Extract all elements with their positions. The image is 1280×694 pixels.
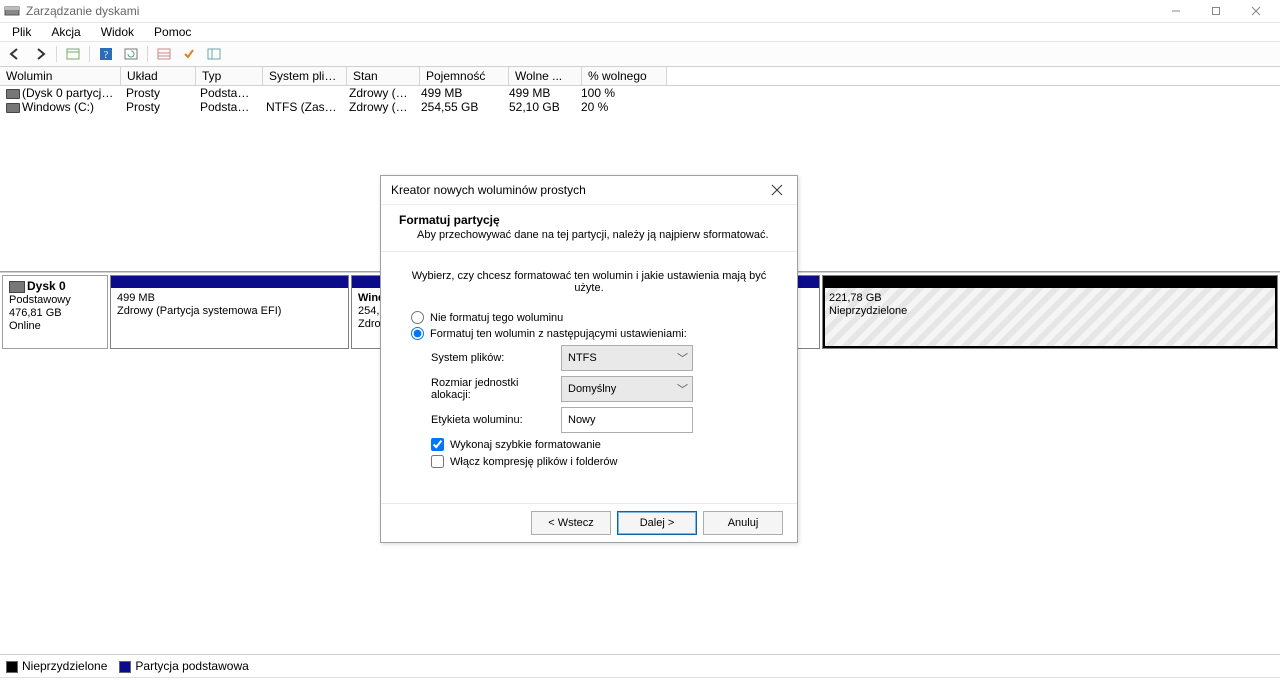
col-capacity[interactable]: Pojemność	[420, 67, 509, 85]
volume-layout: Prosty	[120, 86, 194, 100]
dialog-heading: Formatuj partycję	[399, 213, 779, 227]
next-button[interactable]: Dalej >	[617, 511, 697, 535]
disk-kind: Podstawowy	[9, 294, 71, 306]
allocation-label: Rozmiar jednostki alokacji:	[431, 377, 561, 401]
volume-type: Podstaw...	[194, 86, 260, 100]
volume-header: Wolumin Układ Typ System plik... Stan Po…	[0, 67, 1280, 86]
chevron-down-icon: ﹀	[677, 381, 688, 397]
volume-label-input[interactable]: Nowy	[561, 407, 693, 433]
volume-percent: 100 %	[575, 86, 659, 100]
partition-size: 499 MB	[117, 292, 342, 305]
volume-fs: NTFS (Zaszy...	[260, 100, 343, 114]
col-type[interactable]: Typ	[196, 67, 263, 85]
disk-icon	[9, 281, 25, 293]
menu-file[interactable]: Plik	[4, 24, 39, 40]
wizard-dialog: Kreator nowych woluminów prostych Format…	[380, 175, 798, 543]
checkbox-compression[interactable]	[431, 455, 444, 468]
volume-capacity: 499 MB	[415, 86, 503, 100]
col-filesystem[interactable]: System plik...	[263, 67, 347, 85]
volume-capacity: 254,55 GB	[415, 100, 503, 114]
col-layout[interactable]: Układ	[121, 67, 196, 85]
back-button[interactable]: < Wstecz	[531, 511, 611, 535]
window-title: Zarządzanie dyskami	[26, 4, 1156, 18]
dialog-close-button[interactable]	[767, 180, 787, 200]
dialog-title: Kreator nowych woluminów prostych	[391, 183, 767, 197]
partition-status: Zdrowy (Partycja systemowa EFI)	[117, 305, 342, 318]
allocation-select[interactable]: Domyślny ﹀	[561, 376, 693, 402]
volume-layout: Prosty	[120, 100, 194, 114]
volume-type: Podstaw...	[194, 100, 260, 114]
titlebar: Zarządzanie dyskami	[0, 0, 1280, 23]
disk-state: Online	[9, 320, 41, 332]
help-icon[interactable]: ?	[95, 44, 117, 64]
filesystem-select[interactable]: NTFS ﹀	[561, 345, 693, 371]
radio-noformat-label: Nie formatuj tego woluminu	[430, 312, 563, 324]
volume-percent: 20 %	[575, 100, 659, 114]
legend-unalloc: Nieprzydzielone	[22, 659, 107, 673]
show-hide-icon[interactable]	[62, 44, 84, 64]
toolbar: ?	[0, 42, 1280, 67]
statusbar	[0, 677, 1280, 694]
refresh-icon[interactable]	[120, 44, 142, 64]
legend-swatch-unalloc	[6, 661, 18, 673]
volume-icon	[6, 103, 20, 113]
partition-status: Nieprzydzielone	[829, 305, 1271, 318]
maximize-button[interactable]	[1196, 0, 1236, 22]
partition-size: 221,78 GB	[829, 292, 1271, 305]
volume-status: Zdrowy (R...	[343, 100, 415, 114]
volume-name: Windows (C:)	[22, 100, 94, 114]
chevron-down-icon: ﹀	[677, 350, 688, 366]
radio-format[interactable]	[411, 327, 424, 340]
dialog-intro: Wybierz, czy chcesz formatować ten wolum…	[407, 264, 771, 308]
col-volume[interactable]: Wolumin	[0, 67, 121, 85]
list-icon[interactable]	[153, 44, 175, 64]
checkbox-compression-label: Włącz kompresję plików i folderów	[450, 456, 618, 468]
menubar: Plik Akcja Widok Pomoc	[0, 23, 1280, 42]
checkbox-quick-format[interactable]	[431, 438, 444, 451]
volume-free: 52,10 GB	[503, 100, 575, 114]
dialog-subheading: Aby przechowywać dane na tej partycji, n…	[399, 229, 779, 241]
checkbox-quick-label: Wykonaj szybkie formatowanie	[450, 439, 601, 451]
partition-unallocated[interactable]: 221,78 GB Nieprzydzielone	[822, 275, 1278, 349]
volume-label-label: Etykieta woluminu:	[431, 414, 561, 426]
close-button[interactable]	[1236, 0, 1276, 22]
volume-status: Zdrowy (P...	[343, 86, 415, 100]
col-status[interactable]: Stan	[347, 67, 420, 85]
col-free[interactable]: Wolne ...	[509, 67, 582, 85]
volume-label-value: Nowy	[568, 414, 596, 426]
volume-fs	[260, 86, 343, 100]
menu-action[interactable]: Akcja	[43, 24, 88, 40]
radio-format-label: Formatuj ten wolumin z następującymi ust…	[430, 328, 687, 340]
volume-icon	[6, 89, 20, 99]
disk-capacity: 476,81 GB	[9, 307, 62, 319]
disk-label[interactable]: Dysk 0 Podstawowy 476,81 GB Online	[2, 275, 108, 349]
filesystem-label: System plików:	[431, 352, 561, 364]
cancel-button[interactable]: Anuluj	[703, 511, 783, 535]
minimize-button[interactable]	[1156, 0, 1196, 22]
volume-row[interactable]: Windows (C:) Prosty Podstaw... NTFS (Zas…	[0, 100, 1280, 114]
partition-efi[interactable]: 499 MB Zdrowy (Partycja systemowa EFI)	[110, 275, 349, 349]
legend: Nieprzydzielone Partycja podstawowa	[0, 654, 1280, 677]
svg-text:?: ?	[104, 50, 109, 61]
menu-view[interactable]: Widok	[93, 24, 142, 40]
radio-noformat[interactable]	[411, 311, 424, 324]
volume-row[interactable]: (Dysk 0 partycja 1) Prosty Podstaw... Zd…	[0, 86, 1280, 100]
back-icon[interactable]	[4, 44, 26, 64]
volume-name: (Dysk 0 partycja 1)	[22, 86, 120, 100]
filesystem-value: NTFS	[568, 352, 597, 364]
volume-free: 499 MB	[503, 86, 575, 100]
disk-title: Dysk 0	[27, 279, 66, 293]
legend-primary: Partycja podstawowa	[135, 659, 248, 673]
menu-help[interactable]: Pomoc	[146, 24, 199, 40]
allocation-value: Domyślny	[568, 383, 616, 395]
legend-swatch-primary	[119, 661, 131, 673]
col-percent[interactable]: % wolnego	[582, 67, 667, 85]
forward-icon[interactable]	[29, 44, 51, 64]
check-icon[interactable]	[178, 44, 200, 64]
app-icon	[4, 3, 20, 19]
detail-icon[interactable]	[203, 44, 225, 64]
